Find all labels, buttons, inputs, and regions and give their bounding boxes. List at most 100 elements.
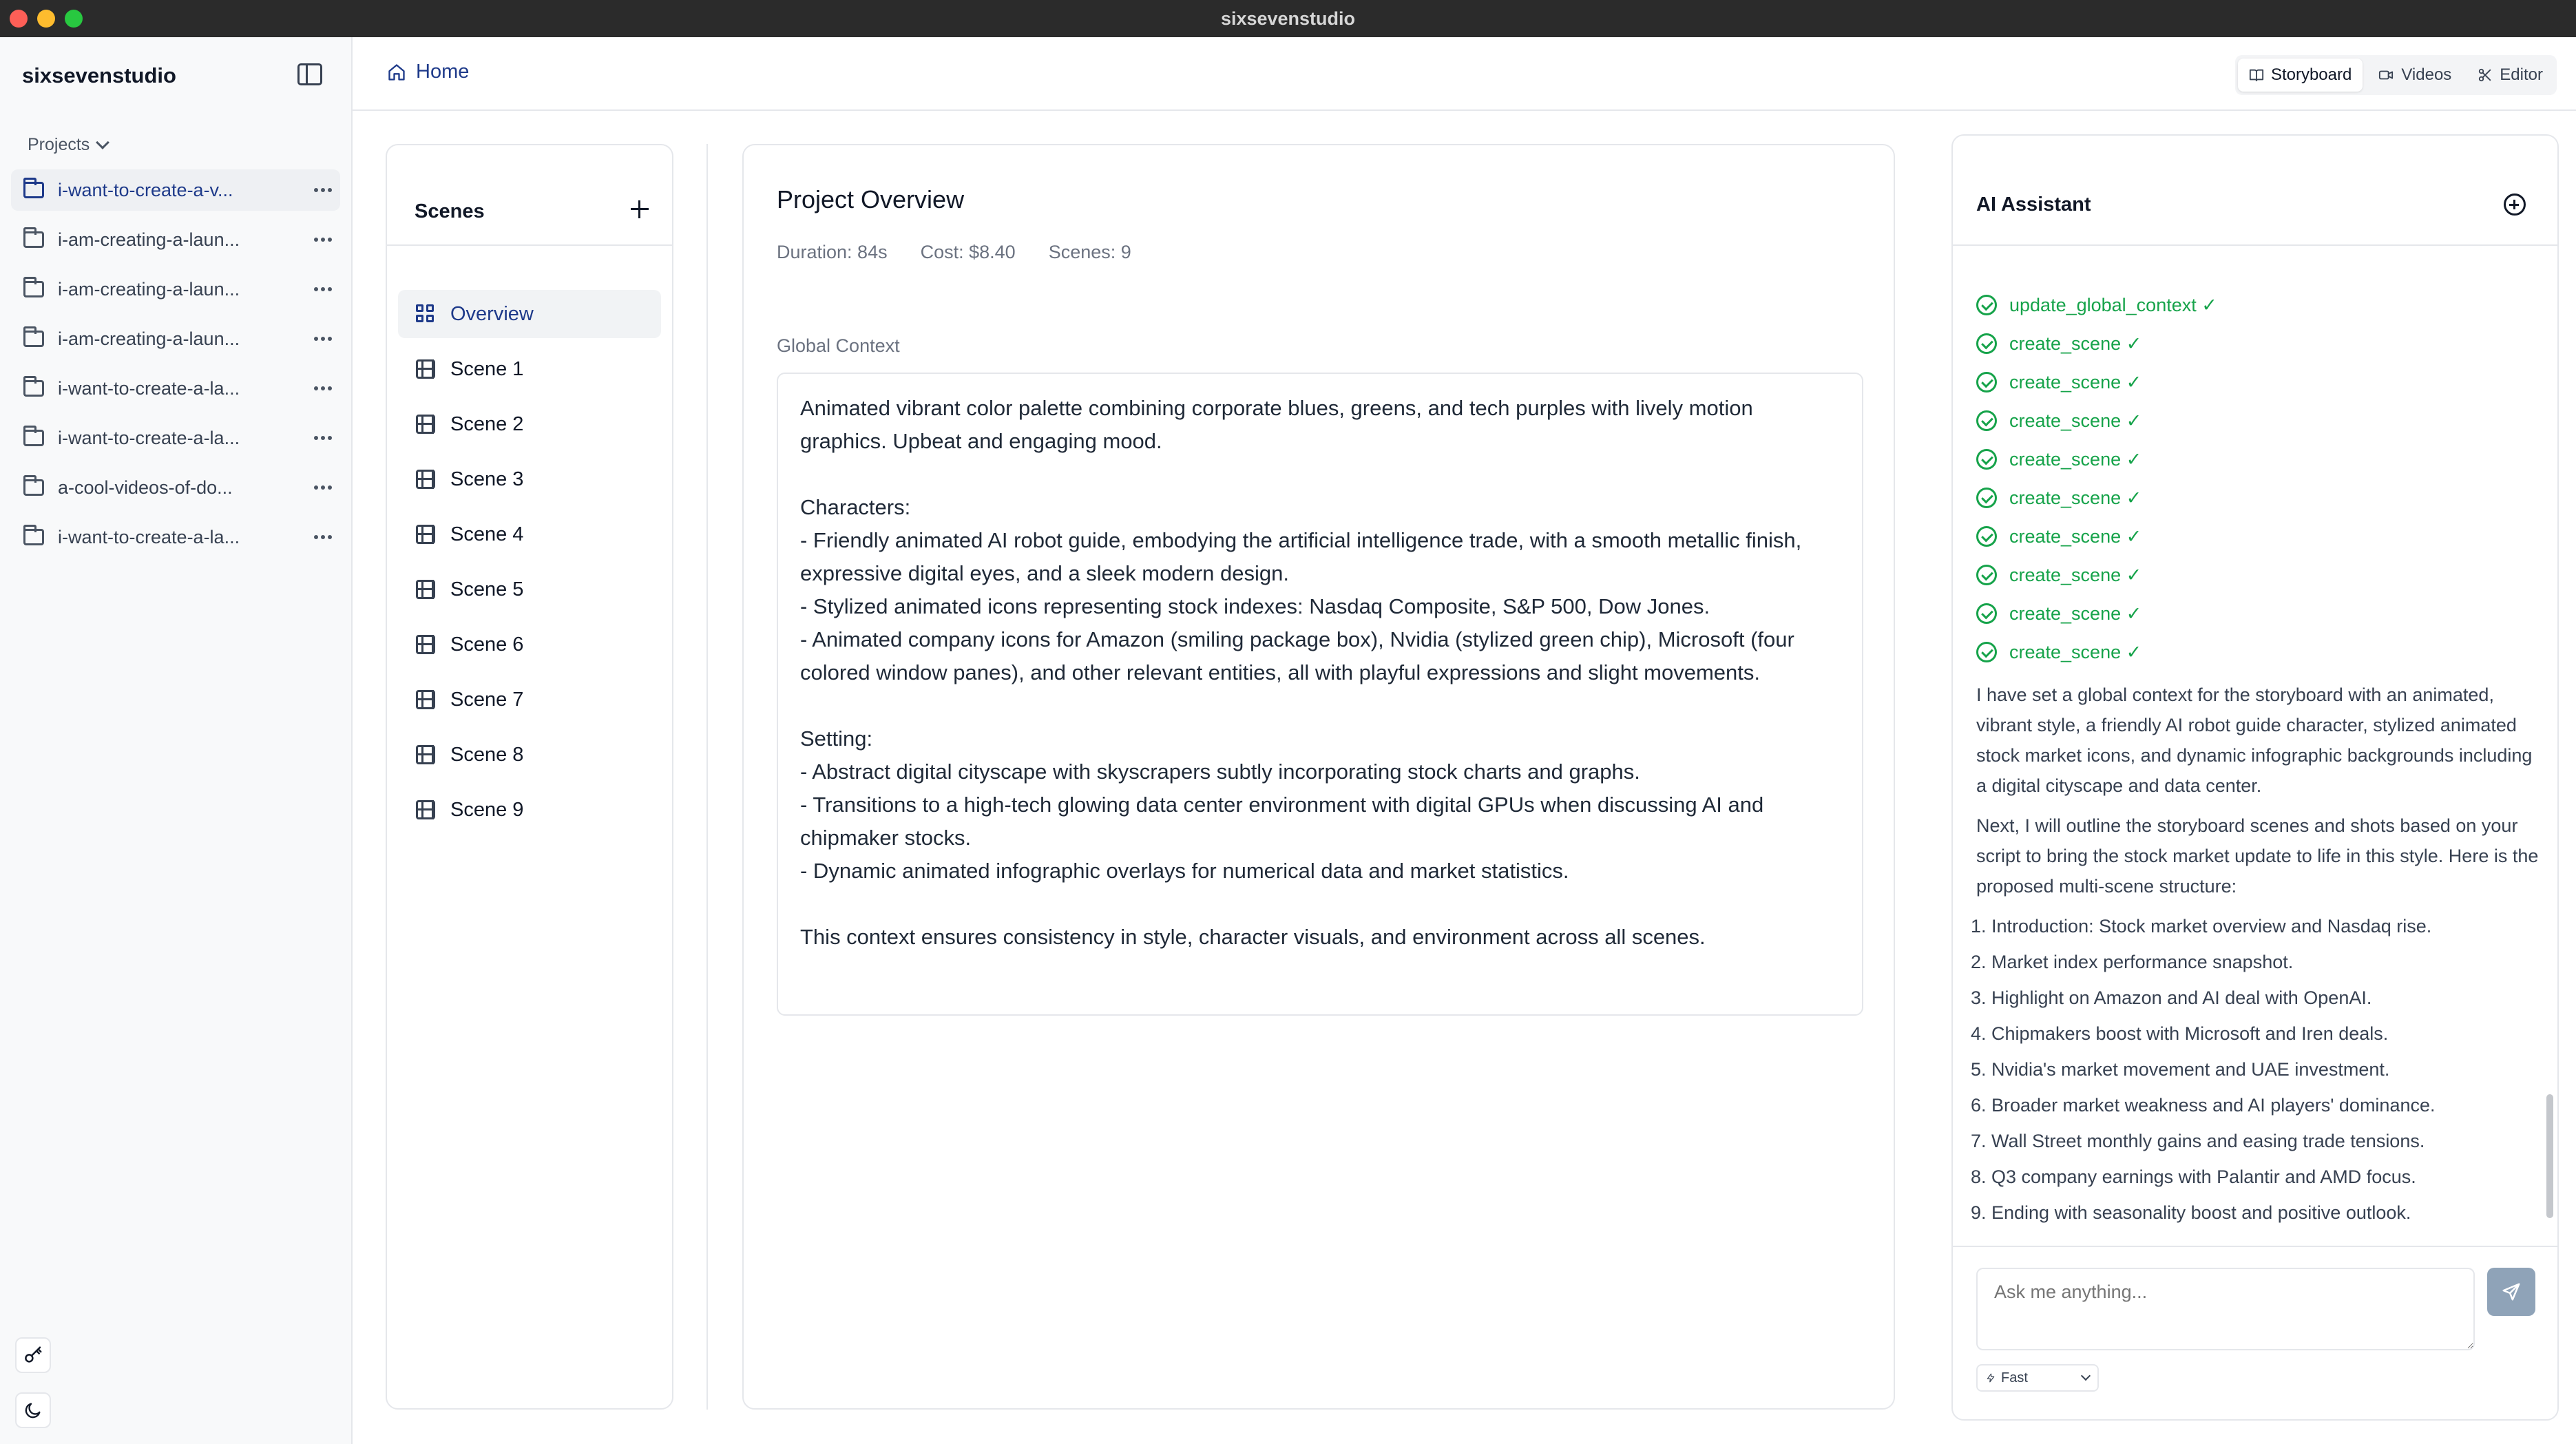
more-options-icon[interactable] [321, 337, 325, 341]
tool-call-label: create_scene ✓ [2009, 448, 2142, 470]
tab-editor[interactable]: Editor [2467, 59, 2554, 92]
list-number: 6. [1971, 1095, 1987, 1116]
chat-messages[interactable]: update_global_context ✓ create_scene ✓ c… [1953, 247, 2557, 1242]
scene-plan-list: 1. Introduction: Stock market overview an… [1971, 908, 2541, 1231]
scene-item[interactable]: Scene 3 [398, 455, 661, 503]
window-titlebar: sixsevenstudio [0, 0, 2576, 37]
project-item[interactable]: i-am-creating-a-laun... [11, 269, 340, 310]
project-name: a-cool-videos-of-do... [58, 477, 233, 498]
tool-call-item: create_scene ✓ [1976, 517, 2537, 556]
project-item[interactable]: a-cool-videos-of-do... [11, 467, 340, 508]
new-chat-icon[interactable] [2504, 193, 2526, 216]
tool-call-item: create_scene ✓ [1976, 594, 2537, 633]
chevron-down-icon [2080, 1370, 2091, 1381]
scene-item[interactable]: Scene 4 [398, 510, 661, 558]
scene-item[interactable]: Scene 6 [398, 620, 661, 669]
list-text: Nvidia's market movement and UAE investm… [1991, 1059, 2390, 1080]
scene-item-label: Scene 7 [450, 688, 524, 711]
film-icon [416, 470, 435, 489]
film-icon [416, 635, 435, 654]
more-options-icon[interactable] [321, 287, 325, 291]
tool-call-label: create_scene ✓ [2009, 410, 2142, 431]
duration-stat: Duration: 84s [777, 242, 888, 262]
projects-dropdown[interactable]: Projects [28, 135, 110, 155]
projects-label: Projects [28, 135, 90, 154]
film-icon [416, 690, 435, 709]
scenes-header: Scenes [387, 145, 672, 246]
scene-item-label: Scene 2 [450, 412, 524, 435]
list-item: 4. Chipmakers boost with Microsoft and Ir… [1971, 1016, 2541, 1051]
more-options-icon[interactable] [321, 436, 325, 440]
more-options-icon[interactable] [321, 238, 325, 242]
more-options-icon[interactable] [321, 535, 325, 539]
project-name: i-am-creating-a-laun... [58, 278, 240, 300]
scene-item[interactable]: Scene 5 [398, 565, 661, 614]
mode-select-value: Fast [2001, 1370, 2028, 1385]
check-circle-icon [1976, 642, 1997, 662]
scene-item[interactable]: Scene 8 [398, 731, 661, 779]
tool-call-label: create_scene ✓ [2009, 564, 2142, 585]
scene-item-label: Overview [450, 302, 534, 325]
list-number: 9. [1971, 1202, 1987, 1223]
check-circle-icon [1976, 449, 1997, 470]
list-text: Q3 company earnings with Palantir and AM… [1991, 1166, 2416, 1187]
project-item[interactable]: i-want-to-create-a-v... [11, 169, 340, 211]
film-icon [416, 580, 435, 599]
api-key-button[interactable] [15, 1337, 51, 1373]
tool-call-label: create_scene ✓ [2009, 641, 2142, 662]
tool-call-label: update_global_context ✓ [2009, 294, 2217, 315]
scene-item[interactable]: Scene 2 [398, 400, 661, 448]
chat-scrollbar[interactable] [2546, 1094, 2553, 1218]
chat-input[interactable] [1976, 1268, 2475, 1350]
add-scene-icon[interactable] [631, 200, 649, 218]
book-open-icon [2249, 69, 2264, 82]
list-text: Broader market weakness and AI players' … [1991, 1095, 2436, 1116]
scene-item-label: Scene 5 [450, 578, 524, 600]
scenes-title: Scenes [415, 200, 485, 222]
scene-item-label: Scene 9 [450, 798, 524, 821]
scene-item[interactable]: Scene 1 [398, 345, 661, 393]
project-name: i-want-to-create-a-la... [58, 377, 240, 399]
ai-assistant-header: AI Assistant [1953, 136, 2557, 246]
sidebar: sixsevenstudio Projects i-want-to-create… [0, 37, 353, 1444]
scene-item[interactable]: Scene 9 [398, 786, 661, 834]
ai-assistant-title: AI Assistant [1976, 193, 2091, 216]
project-item[interactable]: i-am-creating-a-laun... [11, 318, 340, 359]
scene-item-overview[interactable]: Overview [398, 290, 661, 338]
scene-item[interactable]: Scene 7 [398, 676, 661, 724]
sidebar-toggle-icon[interactable] [297, 63, 322, 85]
list-item: 5. Nvidia's market movement and UAE inves… [1971, 1051, 2541, 1087]
tool-call-item: create_scene ✓ [1976, 401, 2537, 440]
scene-item-label: Scene 3 [450, 468, 524, 490]
list-item: 3. Highlight on Amazon and AI deal with O… [1971, 980, 2541, 1016]
send-icon [2502, 1283, 2520, 1301]
panel-divider[interactable] [706, 144, 708, 1410]
film-icon [416, 415, 435, 434]
tool-call-label: create_scene ✓ [2009, 333, 2142, 354]
chevron-down-icon [96, 135, 110, 149]
mode-select[interactable]: Fast [1976, 1364, 2099, 1392]
global-context-editor[interactable]: Animated vibrant color palette combining… [777, 373, 1863, 1016]
tool-call-item: create_scene ✓ [1976, 363, 2537, 401]
project-item[interactable]: i-want-to-create-a-la... [11, 516, 340, 558]
tab-videos[interactable]: Videos [2367, 59, 2462, 92]
folder-icon [23, 326, 44, 347]
folder-icon [23, 227, 44, 248]
list-text: Wall Street monthly gains and easing tra… [1991, 1131, 2425, 1151]
tool-call-item: create_scene ✓ [1976, 324, 2537, 363]
more-options-icon[interactable] [321, 386, 325, 390]
breadcrumb-home[interactable]: Home [387, 61, 469, 83]
tab-storyboard[interactable]: Storyboard [2237, 59, 2363, 92]
project-item[interactable]: i-want-to-create-a-la... [11, 417, 340, 459]
film-icon [416, 359, 435, 379]
project-item[interactable]: i-am-creating-a-laun... [11, 219, 340, 260]
send-button[interactable] [2487, 1268, 2535, 1316]
more-options-icon[interactable] [321, 188, 325, 192]
project-item[interactable]: i-want-to-create-a-la... [11, 368, 340, 409]
moon-icon [25, 1403, 41, 1419]
tab-videos-label: Videos [2401, 65, 2452, 84]
theme-toggle-button[interactable] [15, 1392, 51, 1428]
app-brand: sixsevenstudio [22, 63, 176, 87]
check-circle-icon [1976, 565, 1997, 585]
more-options-icon[interactable] [321, 485, 325, 490]
